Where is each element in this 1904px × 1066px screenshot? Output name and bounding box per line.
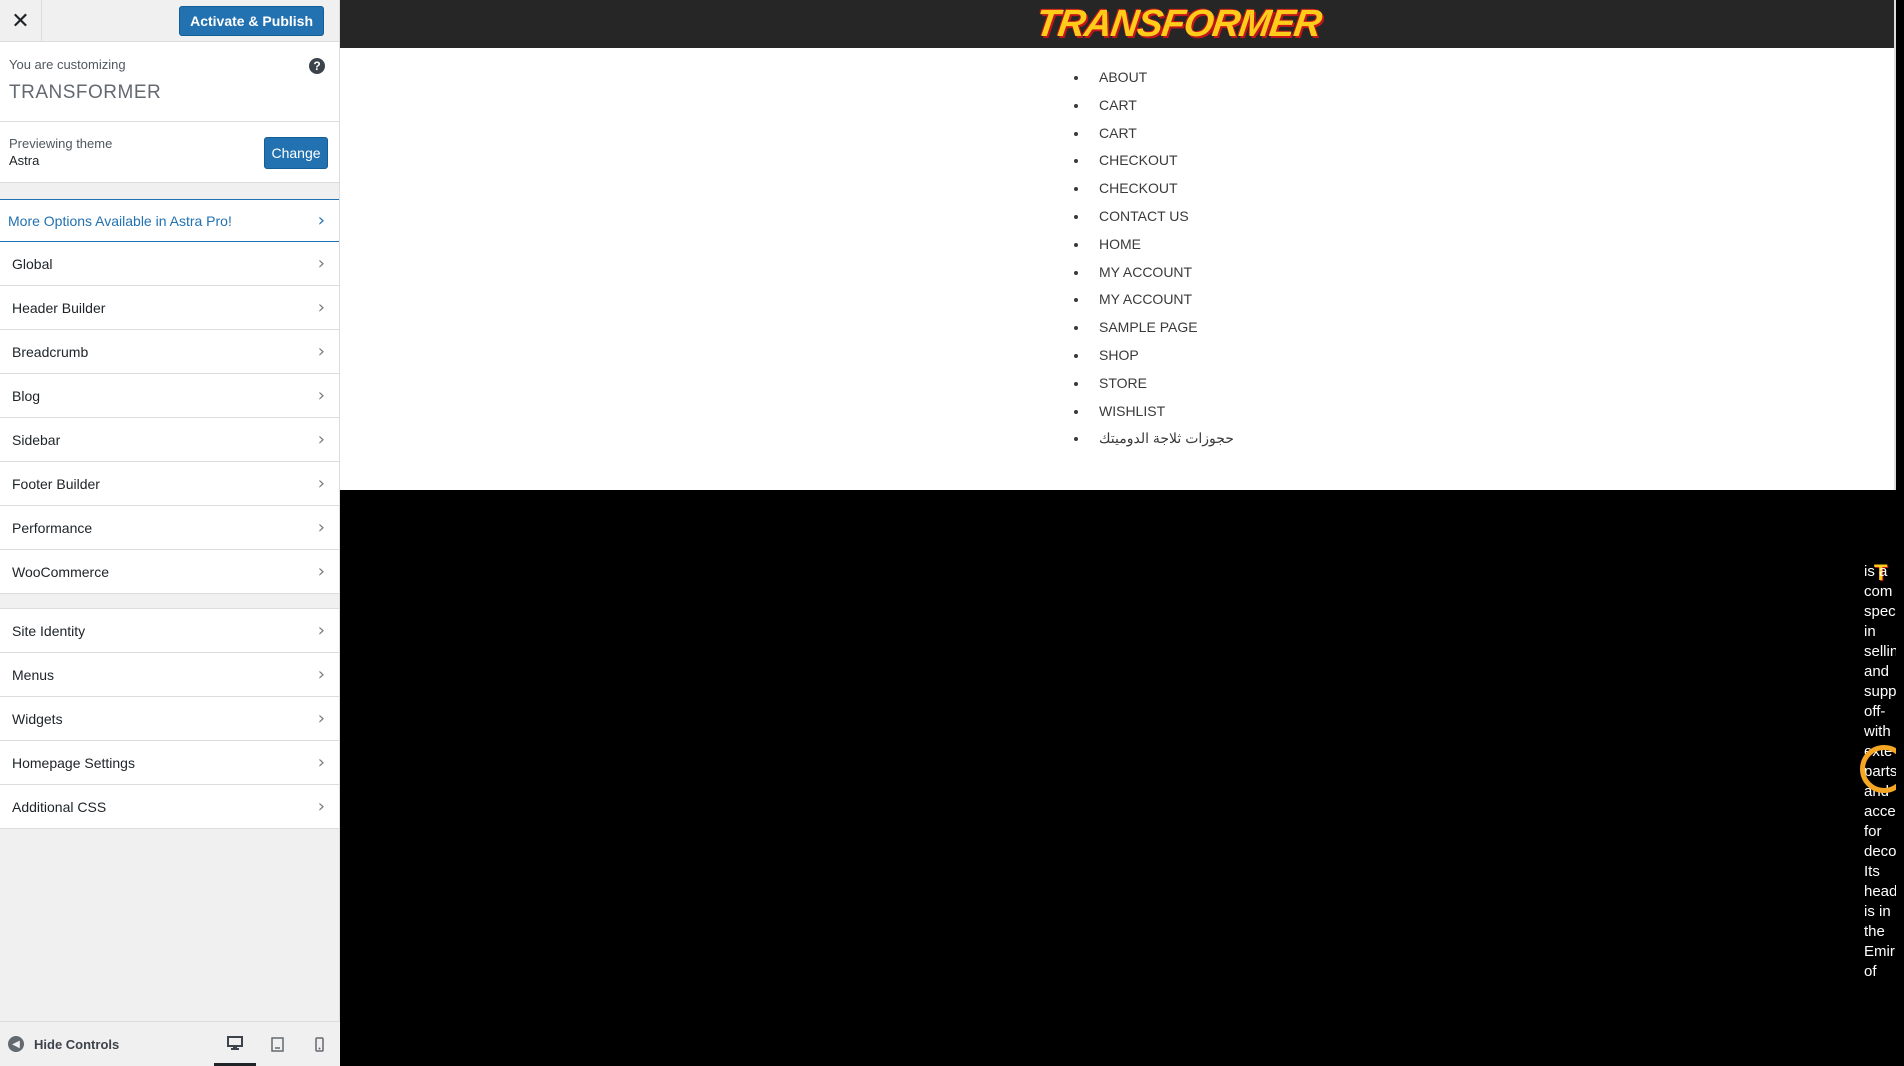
nav-link[interactable]: CHECKOUT	[1099, 152, 1178, 168]
section-site-identity[interactable]: Site Identity ›	[0, 609, 339, 653]
section-menus[interactable]: Menus ›	[0, 653, 339, 697]
section-performance[interactable]: Performance ›	[0, 506, 339, 550]
nav-item-checkout[interactable]: CHECKOUT	[1089, 175, 1896, 203]
section-label: Header Builder	[12, 299, 106, 316]
section-widgets[interactable]: Widgets ›	[0, 697, 339, 741]
chevron-right-icon: ›	[317, 620, 325, 641]
nav-item-arabic[interactable]: حجوزات ثلاجة الدوميتك	[1089, 425, 1896, 453]
customizing-label: You are customizing	[9, 57, 126, 72]
nav-link[interactable]: CART	[1099, 97, 1137, 113]
section-label: Widgets	[12, 710, 63, 727]
chevron-right-icon: ›	[317, 473, 325, 494]
section-label: Footer Builder	[12, 475, 100, 492]
section-global[interactable]: Global ›	[0, 242, 339, 286]
site-title: TRANSFORMER	[9, 82, 162, 103]
section-homepage-settings[interactable]: Homepage Settings ›	[0, 741, 339, 785]
tablet-icon[interactable]	[256, 1022, 298, 1066]
nav-link[interactable]: WISHLIST	[1099, 403, 1165, 419]
section-label: Breadcrumb	[12, 343, 89, 360]
mobile-icon[interactable]	[298, 1022, 340, 1066]
chevron-right-icon: ›	[317, 796, 325, 817]
nav-item-contact-us[interactable]: CONTACT US	[1089, 203, 1896, 231]
site-navigation: ABOUT CART CART CHECKOUT CHECKOUT CONTAC…	[340, 48, 1896, 490]
chevron-right-icon: ›	[317, 561, 325, 582]
secondary-sections: Site Identity › Menus › Widgets › Homepage …	[0, 609, 339, 829]
chevron-right-icon: ›	[317, 210, 325, 231]
nav-item-cart[interactable]: CART	[1089, 120, 1896, 148]
customizer-header: ✕ Activate & Publish	[0, 0, 339, 42]
nav-link[interactable]: HOME	[1099, 236, 1141, 252]
section-sidebar[interactable]: Sidebar ›	[0, 418, 339, 462]
activate-publish-button[interactable]: Activate & Publish	[179, 6, 324, 36]
customizing-info: You are customizing TRANSFORMER ?	[0, 42, 339, 122]
nav-item-my-account[interactable]: MY ACCOUNT	[1089, 259, 1896, 287]
chevron-right-icon: ›	[317, 708, 325, 729]
promo-label: More Options Available in Astra Pro!	[8, 212, 232, 229]
section-label: Homepage Settings	[12, 754, 135, 771]
nav-link[interactable]: MY ACCOUNT	[1099, 264, 1192, 280]
nav-item-my-account[interactable]: MY ACCOUNT	[1089, 286, 1896, 314]
section-divider	[0, 594, 339, 609]
chevron-right-icon: ›	[317, 341, 325, 362]
nav-link[interactable]: CART	[1099, 125, 1137, 141]
primary-sections: Global › Header Builder › Breadcrumb › Blog…	[0, 242, 339, 594]
desktop-icon[interactable]	[214, 1022, 256, 1066]
section-label: Menus	[12, 666, 55, 683]
section-label: Additional CSS	[12, 798, 107, 815]
theme-info: Previewing theme Astra Change	[0, 122, 339, 183]
nav-item-checkout[interactable]: CHECKOUT	[1089, 147, 1896, 175]
section-label: Performance	[12, 519, 93, 536]
chevron-right-icon: ›	[317, 253, 325, 274]
nav-link[interactable]: SAMPLE PAGE	[1099, 319, 1198, 335]
section-footer-builder[interactable]: Footer Builder ›	[0, 462, 339, 506]
chevron-right-icon: ›	[317, 429, 325, 450]
section-blog[interactable]: Blog ›	[0, 374, 339, 418]
nav-link[interactable]: حجوزات ثلاجة الدوميتك	[1099, 430, 1234, 446]
nav-link[interactable]: CHECKOUT	[1099, 180, 1178, 196]
section-label: Blog	[12, 387, 41, 404]
nav-item-about[interactable]: ABOUT	[1089, 64, 1896, 92]
nav-link[interactable]: MY ACCOUNT	[1099, 291, 1192, 307]
chevron-right-icon: ›	[317, 664, 325, 685]
section-divider	[0, 183, 339, 199]
nav-link[interactable]: ABOUT	[1099, 69, 1147, 85]
section-label: Sidebar	[12, 431, 61, 448]
preview-edge	[1894, 0, 1896, 490]
site-preview: TRANSFORMER ABOUT CART CART CHECKOUT CHE…	[340, 0, 1896, 1066]
nav-link[interactable]: SHOP	[1099, 347, 1139, 363]
section-label: Global	[12, 255, 53, 272]
chevron-right-icon: ›	[317, 517, 325, 538]
help-icon[interactable]: ?	[309, 58, 325, 74]
site-logo[interactable]: TRANSFORMER	[1033, 3, 1323, 46]
nav-item-wishlist[interactable]: WISHLIST	[1089, 398, 1896, 426]
nav-menu: ABOUT CART CART CHECKOUT CHECKOUT CONTAC…	[1089, 64, 1896, 453]
nav-item-sample-page[interactable]: SAMPLE PAGE	[1089, 314, 1896, 342]
hide-controls-label: Hide Controls	[34, 1036, 120, 1052]
section-label: WooCommerce	[12, 563, 109, 580]
section-header-builder[interactable]: Header Builder ›	[0, 286, 339, 330]
hide-controls-button[interactable]: ◀ Hide Controls	[0, 1022, 214, 1066]
chevron-right-icon: ›	[317, 297, 325, 318]
chevron-right-icon: ›	[317, 752, 325, 773]
chevron-right-icon: ›	[317, 385, 325, 406]
nav-item-store[interactable]: STORE	[1089, 370, 1896, 398]
site-header: TRANSFORMER	[340, 0, 1896, 48]
nav-item-home[interactable]: HOME	[1089, 231, 1896, 259]
nav-item-cart[interactable]: CART	[1089, 92, 1896, 120]
nav-item-shop[interactable]: SHOP	[1089, 342, 1896, 370]
section-label: Site Identity	[12, 622, 86, 639]
customizer-footer: ◀ Hide Controls	[0, 1021, 340, 1066]
close-icon[interactable]: ✕	[0, 0, 42, 42]
arrow-left-circle-icon: ◀	[8, 1036, 24, 1052]
section-woocommerce[interactable]: WooCommerce ›	[0, 550, 339, 594]
section-breadcrumb[interactable]: Breadcrumb ›	[0, 330, 339, 374]
customizer-sidebar: ✕ Activate & Publish You are customizing…	[0, 0, 340, 1066]
change-theme-button[interactable]: Change	[264, 137, 328, 169]
section-additional-css[interactable]: Additional CSS ›	[0, 785, 339, 829]
nav-link[interactable]: CONTACT US	[1099, 208, 1189, 224]
astra-pro-promo[interactable]: More Options Available in Astra Pro! ›	[0, 199, 339, 242]
nav-link[interactable]: STORE	[1099, 375, 1147, 391]
